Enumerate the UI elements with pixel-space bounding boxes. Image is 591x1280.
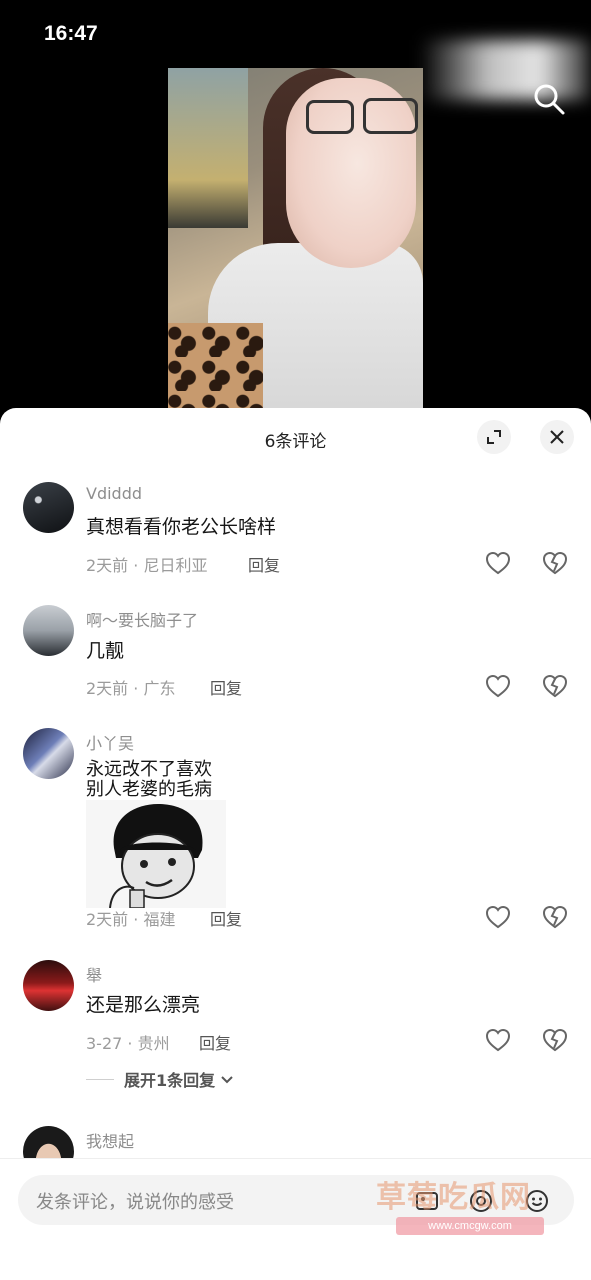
like-icon[interactable] <box>485 673 511 699</box>
comment-time: 3-27 <box>86 1034 123 1053</box>
dislike-icon[interactable] <box>542 1027 568 1053</box>
watermark: 草莓吃瓜网 <box>376 1180 531 1215</box>
comment-meta: 2天前 · 广东 <box>86 679 176 698</box>
watermark-url: www.cmcgw.com <box>396 1217 544 1235</box>
status-time: 16:47 <box>44 22 98 45</box>
comment-location: 福建 <box>143 910 176 929</box>
comment-time: 2天前 <box>86 679 129 698</box>
chevron-down-icon <box>221 1076 233 1084</box>
glasses-right <box>363 98 418 134</box>
avatar[interactable] <box>23 728 74 779</box>
expand-replies-button[interactable]: 展开1条回复 <box>86 1067 235 1091</box>
comment-input-placeholder: 发条评论，说说你的感受 <box>36 1192 234 1213</box>
glasses-left <box>306 100 354 134</box>
comment-username[interactable]: 舉 <box>86 962 102 986</box>
avatar[interactable] <box>23 482 74 533</box>
comment-location: 尼日利亚 <box>143 556 208 575</box>
comment-input-bar: 发条评论，说说你的感受 草莓吃瓜网 www.cmcgw.com <box>0 1158 591 1280</box>
comment-username[interactable]: Vdiddd <box>86 484 142 503</box>
comment-text: 真想看看你老公长啥样 <box>86 516 277 538</box>
dislike-icon[interactable] <box>542 673 568 699</box>
like-icon[interactable] <box>485 904 511 930</box>
comment-time: 2天前 <box>86 556 129 575</box>
expand-icon <box>487 430 501 444</box>
comment-meta: 2天前 · 尼日利亚 <box>86 556 208 575</box>
reply-button[interactable]: 回复 <box>248 552 280 576</box>
divider-line <box>86 1078 114 1080</box>
dislike-icon[interactable] <box>542 904 568 930</box>
car-window <box>168 68 248 228</box>
comment-text: 几靓 <box>86 640 125 662</box>
expand-button[interactable] <box>477 420 511 454</box>
close-button[interactable] <box>540 420 574 454</box>
comment-username[interactable]: 小丫吴 <box>86 730 134 754</box>
close-icon <box>550 430 564 444</box>
comment-text-line1: 永远改不了喜欢 <box>86 759 212 780</box>
expand-replies-label: 展开1条回复 <box>124 1071 216 1090</box>
comment-username[interactable]: 啊～要长脑子了 <box>86 607 198 631</box>
reply-button[interactable]: 回复 <box>210 906 242 930</box>
avatar[interactable] <box>23 960 74 1011</box>
leopard-print <box>168 323 263 412</box>
like-icon[interactable] <box>485 1027 511 1053</box>
comment-username[interactable]: 我想起 <box>86 1128 134 1152</box>
search-icon[interactable] <box>532 82 566 116</box>
meme-sticker[interactable] <box>86 800 226 908</box>
avatar[interactable] <box>23 605 74 656</box>
reply-button[interactable]: 回复 <box>199 1030 231 1054</box>
meme-face-image <box>86 800 226 908</box>
comment-meta: 2天前 · 福建 <box>86 910 176 929</box>
like-icon[interactable] <box>485 550 511 576</box>
reply-button[interactable]: 回复 <box>210 675 242 699</box>
comment-sheet: 6条评论 Vdiddd 真想看看你老公长啥样 2天前 · 尼日利亚 回复 啊～要… <box>0 408 591 1280</box>
comment-text-line2: 别人老婆的毛病 <box>86 779 212 800</box>
comment-time: 2天前 <box>86 910 129 929</box>
comment-location: 贵州 <box>137 1034 170 1053</box>
comment-meta: 3-27 · 贵州 <box>86 1034 170 1053</box>
comment-location: 广东 <box>143 679 176 698</box>
dislike-icon[interactable] <box>542 550 568 576</box>
video-thumbnail[interactable] <box>168 68 423 412</box>
comment-text: 还是那么漂亮 <box>86 994 201 1016</box>
